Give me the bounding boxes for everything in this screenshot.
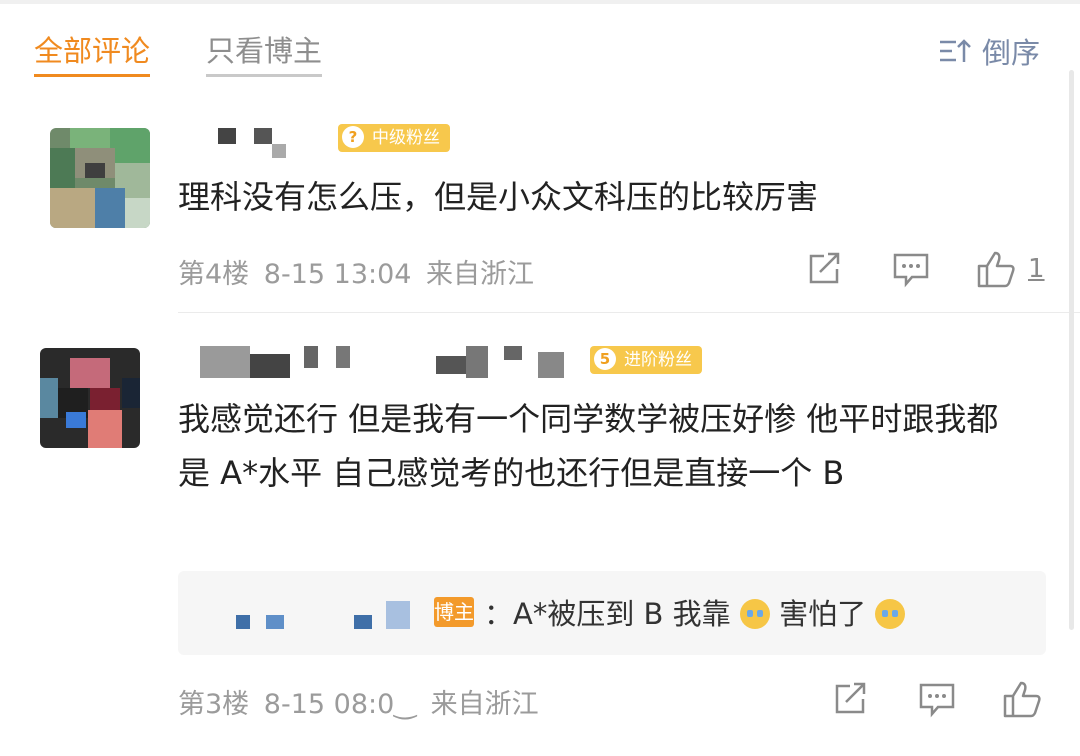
comment-meta: 第3楼 8-15 08:0‿ 来自浙江 <box>178 682 539 721</box>
comment-divider <box>178 312 1080 313</box>
crying-emoji-icon <box>875 599 906 629</box>
crying-emoji-icon <box>739 599 770 629</box>
like-icon[interactable] <box>1002 680 1042 718</box>
tab-all-comments[interactable]: 全部评论 <box>34 28 151 77</box>
comment-icon[interactable] <box>918 682 956 718</box>
fan-level-badge: ? 中级粉丝 <box>338 124 450 152</box>
reply-text: ：A*被压到 B 我靠 害怕了 <box>484 591 906 633</box>
reply-text-b: 害怕了 <box>779 597 867 631</box>
sort-order-icon <box>939 39 971 62</box>
floor-number: 第3楼 <box>178 689 250 720</box>
like-icon[interactable] <box>976 250 1016 288</box>
reply-text-a: ：A*被压到 B 我靠 <box>484 597 731 631</box>
fan-level-badge: 5 进阶粉丝 <box>590 346 702 374</box>
share-icon[interactable] <box>832 682 868 716</box>
badge-label: 进阶粉丝 <box>624 350 692 370</box>
top-divider <box>0 0 1080 4</box>
badge-label: 中级粉丝 <box>372 128 440 148</box>
reply-username-pixelated <box>236 601 416 635</box>
reply-preview[interactable]: 博主 ：A*被压到 B 我靠 害怕了 <box>178 571 1046 655</box>
scrollbar[interactable] <box>1069 70 1074 630</box>
comment-text: 理科没有怎么压，但是小众文科压的比较厉害 <box>178 178 819 216</box>
username-pixelated[interactable] <box>218 128 288 158</box>
comment-meta: 第4楼 8-15 13:04 来自浙江 <box>178 252 534 291</box>
like-count: 1 <box>1028 254 1045 284</box>
comment-time: 8-15 13:04 <box>263 259 412 290</box>
comment-icon[interactable] <box>892 252 930 288</box>
comment-time: 8-15 08:0‿ <box>263 689 416 720</box>
avatar[interactable] <box>50 128 150 228</box>
author-tag: 博主 <box>434 597 474 627</box>
sort-button[interactable]: 倒序 <box>938 30 1040 72</box>
badge-level: ? <box>342 126 364 148</box>
comment-text: 我感觉还行 但是我有一个同学数学被压好惨 他平时跟我都是 A*水平 自己感觉考的… <box>178 400 999 492</box>
floor-number: 第4楼 <box>178 259 250 290</box>
badge-level: 5 <box>594 348 616 370</box>
sort-label: 倒序 <box>981 36 1040 70</box>
share-icon[interactable] <box>806 252 842 286</box>
avatar[interactable] <box>40 348 140 448</box>
comment-location: 来自浙江 <box>430 689 539 720</box>
username-pixelated[interactable] <box>200 346 580 378</box>
tab-author-only[interactable]: 只看博主 <box>206 28 323 77</box>
comment-location: 来自浙江 <box>426 259 535 290</box>
